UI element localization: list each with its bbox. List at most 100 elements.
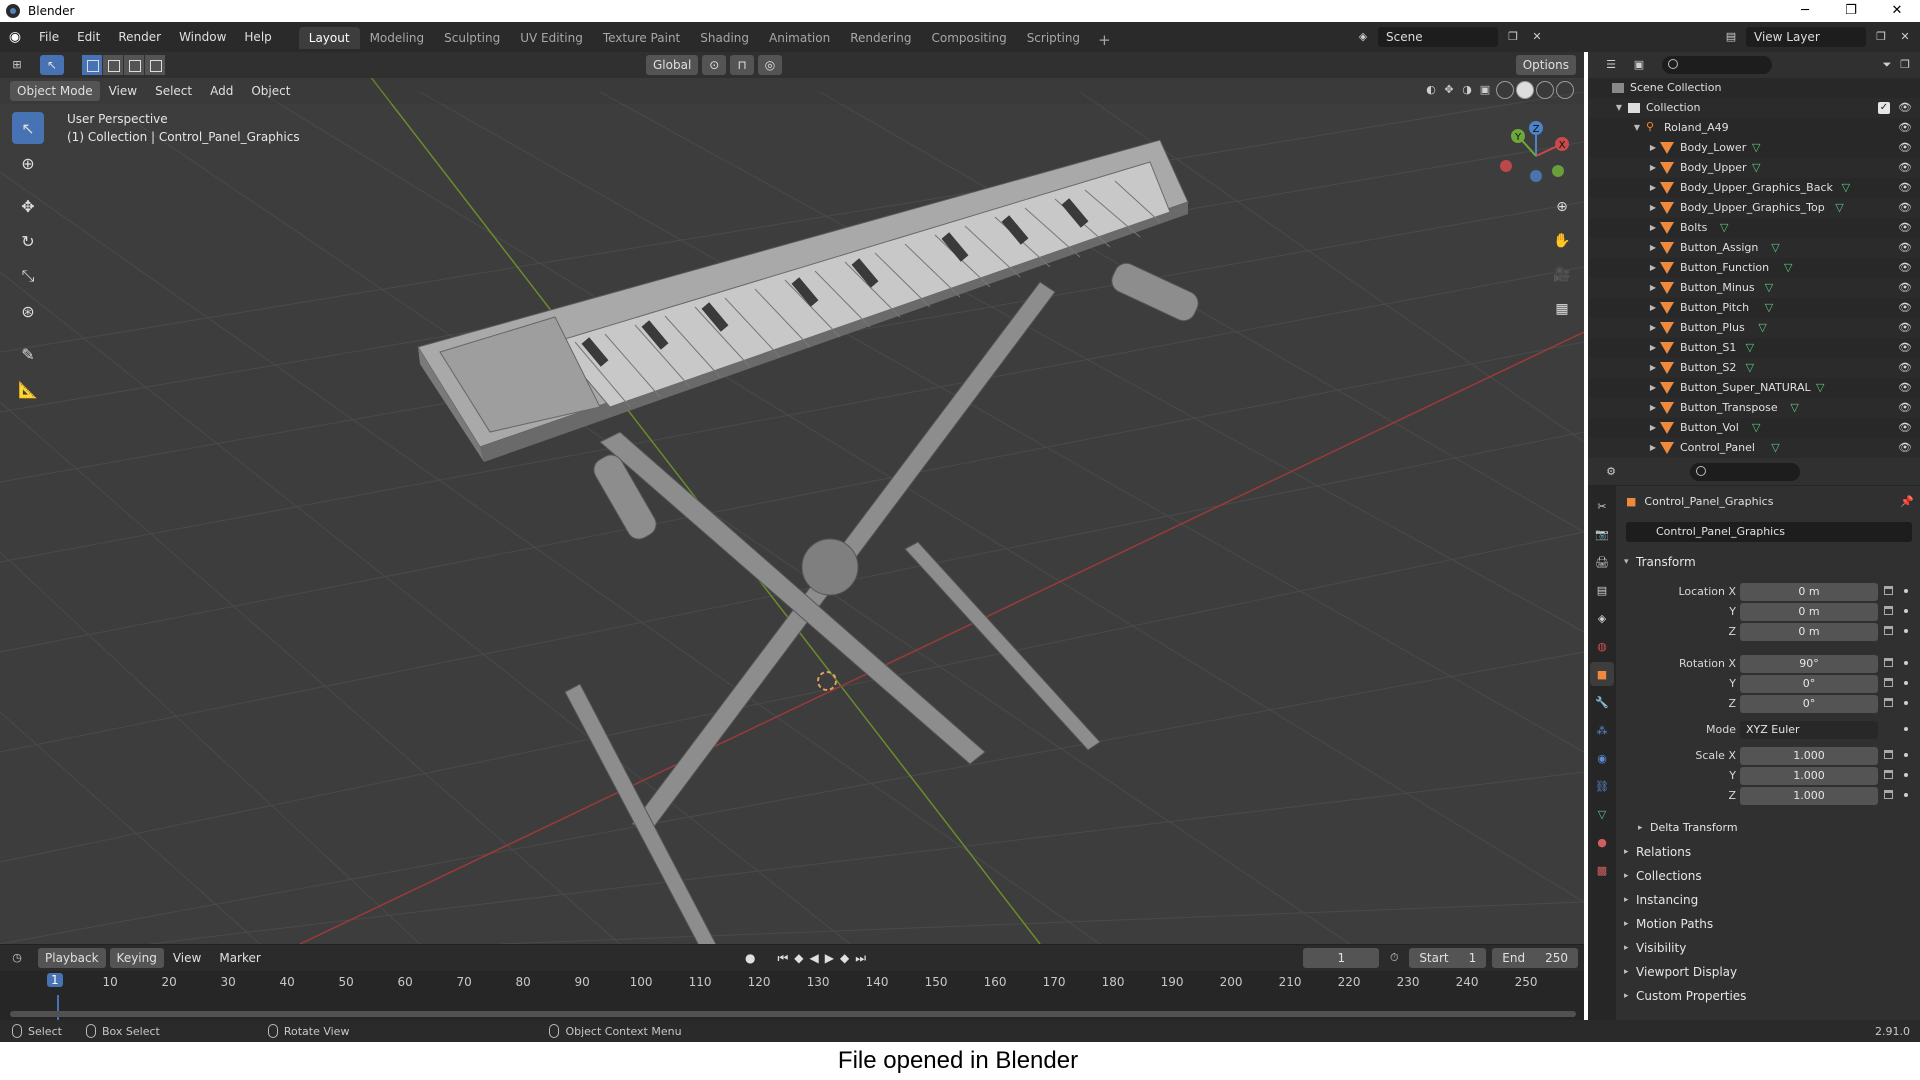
- keyboard-model[interactable]: [417, 139, 1189, 462]
- close-button[interactable]: ✕: [1874, 0, 1920, 22]
- tool-tab-icon[interactable]: ✂: [1590, 494, 1614, 518]
- visibility-eye-icon[interactable]: 👁: [1898, 318, 1912, 338]
- annotate-tool-icon[interactable]: ✎: [12, 338, 44, 370]
- lock-icon[interactable]: [1884, 626, 1893, 635]
- outliner-item[interactable]: ▶ Button_Plus ▽ 👁: [1588, 318, 1920, 338]
- keyframe-dot[interactable]: [1904, 701, 1908, 705]
- mesh-data-icon[interactable]: ▽: [1752, 158, 1760, 178]
- stopwatch-icon[interactable]: ⏱: [1385, 949, 1403, 967]
- camera-view-icon[interactable]: 🎥: [1549, 262, 1575, 288]
- scale-y-field[interactable]: 1.000: [1740, 767, 1878, 785]
- mesh-data-icon[interactable]: ▽: [1771, 438, 1779, 458]
- mesh-data-icon[interactable]: ▽: [1758, 318, 1766, 338]
- particles-tab-icon[interactable]: ⁂: [1590, 718, 1614, 742]
- location-z-field[interactable]: 0 m: [1740, 623, 1878, 641]
- scene-tab-icon[interactable]: ◈: [1590, 606, 1614, 630]
- maximize-button[interactable]: ❐: [1828, 0, 1874, 22]
- next-key-icon[interactable]: ◆: [840, 951, 849, 966]
- tab-rendering[interactable]: Rendering: [840, 27, 921, 49]
- properties-search-input[interactable]: [1690, 462, 1800, 481]
- collections-panel-header[interactable]: Collections: [1618, 864, 1920, 888]
- keyframe-dot[interactable]: [1904, 773, 1908, 777]
- ortho-grid-icon[interactable]: ▦: [1549, 296, 1575, 322]
- zoom-icon[interactable]: ⊕: [1549, 194, 1575, 220]
- display-mode-icon[interactable]: ▣: [1630, 56, 1648, 74]
- visibility-eye-icon[interactable]: 👁: [1898, 438, 1912, 458]
- outliner-item[interactable]: ▶ Button_Transpose ▽ 👁: [1588, 398, 1920, 418]
- lock-icon[interactable]: [1884, 678, 1893, 687]
- expand-icon[interactable]: ▶: [1648, 358, 1658, 378]
- current-frame-field[interactable]: 1: [1303, 948, 1380, 968]
- expand-icon[interactable]: ▶: [1648, 298, 1658, 318]
- marker-menu[interactable]: Marker: [210, 951, 269, 965]
- tab-uv-editing[interactable]: UV Editing: [510, 27, 593, 49]
- pivot-point-icon[interactable]: ⊙: [702, 55, 727, 75]
- visibility-eye-icon[interactable]: 👁: [1898, 398, 1912, 418]
- visibility-eye-icon[interactable]: 👁: [1898, 198, 1912, 218]
- properties-editor-icon[interactable]: ⚙: [1602, 463, 1620, 481]
- transform-orientation-dropdown[interactable]: Global: [646, 55, 699, 75]
- play-reverse-icon[interactable]: ◀: [810, 951, 819, 966]
- outliner-item[interactable]: ▶ Button_Vol ▽ 👁: [1588, 418, 1920, 438]
- outliner-item[interactable]: ▶ Button_S2 ▽ 👁: [1588, 358, 1920, 378]
- expand-icon[interactable]: ▶: [1648, 178, 1658, 198]
- texture-tab-icon[interactable]: ▩: [1590, 858, 1614, 882]
- visibility-eye-icon[interactable]: 👁: [1898, 98, 1912, 118]
- jump-end-icon[interactable]: ⏭: [855, 951, 866, 966]
- render-tab-icon[interactable]: 📷: [1590, 522, 1614, 546]
- visibility-eye-icon[interactable]: 👁: [1898, 178, 1912, 198]
- object-datablock-field[interactable]: Control_Panel_Graphics: [1626, 522, 1912, 542]
- output-tab-icon[interactable]: 🖨: [1590, 550, 1614, 574]
- viewport-display-panel-header[interactable]: Viewport Display: [1618, 960, 1920, 984]
- visibility-eye-icon[interactable]: 👁: [1898, 338, 1912, 358]
- delta-transform-subpanel[interactable]: Delta Transform: [1618, 816, 1920, 840]
- mesh-data-icon[interactable]: ▽: [1746, 358, 1754, 378]
- keying-menu[interactable]: Keying: [109, 948, 164, 968]
- menu-view[interactable]: View: [100, 84, 146, 98]
- outliner-editor-icon[interactable]: ☰: [1602, 56, 1620, 74]
- select-subtract-icon[interactable]: [124, 55, 144, 75]
- mesh-data-icon[interactable]: ▽: [1842, 178, 1850, 198]
- mesh-data-icon[interactable]: ▽: [1816, 378, 1824, 398]
- rotation-x-field[interactable]: 90°: [1740, 655, 1878, 673]
- keyframe-dot[interactable]: [1904, 629, 1908, 633]
- 3d-cursor-icon[interactable]: [817, 671, 837, 691]
- playhead-line[interactable]: [57, 995, 59, 1021]
- solid-shading-icon[interactable]: [1516, 81, 1534, 99]
- menu-window[interactable]: Window: [170, 30, 235, 44]
- expand-icon[interactable]: ▶: [1648, 238, 1658, 258]
- timeline-editor-icon[interactable]: ◷: [8, 949, 26, 967]
- end-frame-field[interactable]: End 250: [1492, 948, 1578, 968]
- visibility-eye-icon[interactable]: 👁: [1898, 138, 1912, 158]
- lock-icon[interactable]: [1884, 790, 1893, 799]
- overlays-icon[interactable]: ◑: [1458, 81, 1476, 99]
- delete-view-layer-icon[interactable]: ✕: [1896, 28, 1914, 46]
- mesh-data-icon[interactable]: ▽: [1720, 218, 1728, 238]
- lock-icon[interactable]: [1884, 770, 1893, 779]
- delete-scene-icon[interactable]: ✕: [1528, 28, 1546, 46]
- material-tab-icon[interactable]: ●: [1590, 830, 1614, 854]
- blender-menu-icon[interactable]: ◉: [0, 29, 30, 45]
- expand-icon[interactable]: ▶: [1648, 398, 1658, 418]
- visibility-eye-icon[interactable]: 👁: [1898, 258, 1912, 278]
- visibility-panel-header[interactable]: Visibility: [1618, 936, 1920, 960]
- keyframe-dot[interactable]: [1904, 793, 1908, 797]
- expand-icon[interactable]: ▶: [1648, 278, 1658, 298]
- visibility-eye-icon[interactable]: 👁: [1898, 378, 1912, 398]
- expand-icon[interactable]: ▶: [1648, 218, 1658, 238]
- jump-start-icon[interactable]: ⏮: [777, 951, 788, 966]
- menu-add[interactable]: Add: [201, 84, 242, 98]
- keyframe-dot[interactable]: [1904, 661, 1908, 665]
- playhead-frame[interactable]: 1: [47, 973, 63, 987]
- outliner-item-roland-a49[interactable]: ▼ ⚲ Roland_A49 👁: [1588, 118, 1920, 138]
- object-mode-dropdown[interactable]: Object Mode: [10, 81, 100, 101]
- select-tool-button[interactable]: ↖: [40, 55, 64, 75]
- xray-icon[interactable]: ▣: [1476, 81, 1494, 99]
- new-view-layer-icon[interactable]: ❐: [1872, 28, 1890, 46]
- menu-edit[interactable]: Edit: [68, 30, 109, 44]
- timeline-view-menu[interactable]: View: [164, 951, 210, 965]
- expand-icon[interactable]: ▶: [1648, 318, 1658, 338]
- start-frame-field[interactable]: Start 1: [1409, 948, 1487, 968]
- scale-z-field[interactable]: 1.000: [1740, 787, 1878, 805]
- tab-layout[interactable]: Layout: [298, 27, 360, 49]
